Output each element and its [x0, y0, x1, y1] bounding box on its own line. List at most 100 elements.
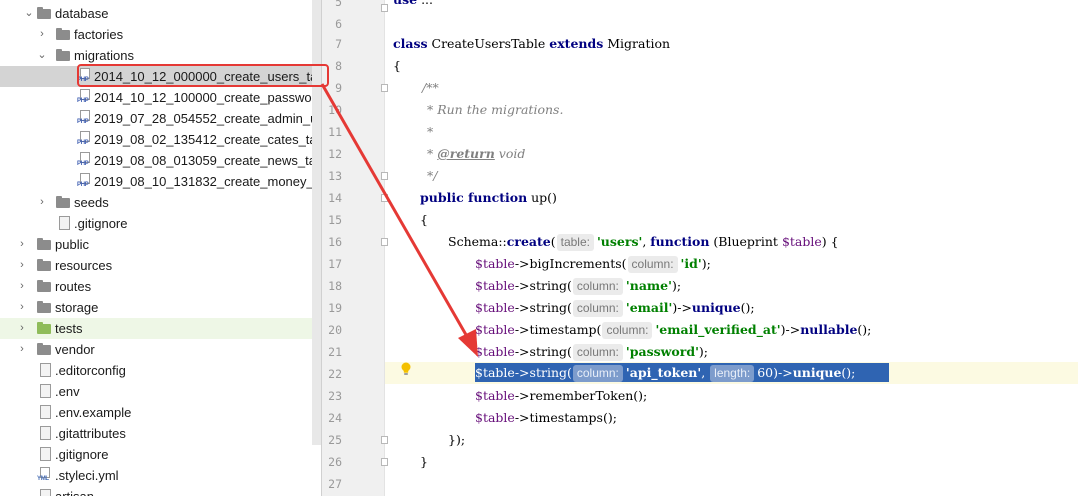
chevron-right-icon[interactable]: › [35, 192, 49, 213]
line-number: 14 [328, 191, 342, 205]
tree-item-artisan[interactable]: artisan [0, 486, 322, 496]
line-number: 5 [335, 0, 342, 9]
tree-item-seeds[interactable]: › seeds [0, 192, 322, 213]
tree-item-env-example[interactable]: .env.example [0, 402, 322, 423]
php-file-icon: PHP [77, 89, 92, 106]
code-line-5[interactable]: use ... [393, 0, 433, 11]
line-number: 13 [328, 169, 342, 183]
fold-marker-icon[interactable] [381, 238, 388, 246]
tree-item-create-cates-table[interactable]: PHP 2019_08_02_135412_create_cates_table… [0, 129, 322, 150]
fold-marker-icon[interactable] [381, 458, 388, 466]
file-icon [40, 384, 51, 398]
annotation-highlight-box [77, 64, 329, 87]
folder-icon [37, 280, 51, 292]
tree-item-gitignore[interactable]: .gitignore [0, 444, 322, 465]
code-line-17[interactable]: $table->bigIncrements(column:'id'); [475, 253, 711, 275]
chevron-right-icon[interactable]: › [15, 255, 29, 276]
folder-icon [56, 28, 70, 40]
line-number: 24 [328, 411, 342, 425]
tree-item-editorconfig[interactable]: .editorconfig [0, 360, 322, 381]
code-line-7[interactable]: class CreateUsersTable extends Migration [393, 33, 670, 55]
chevron-right-icon[interactable]: › [15, 276, 29, 297]
code-line-23[interactable]: $table->rememberToken(); [475, 385, 647, 407]
line-number: 25 [328, 433, 342, 447]
code-line-22[interactable]: $table->string(column:'api_token', lengt… [475, 362, 855, 384]
param-hint: table: [556, 234, 594, 251]
php-file-icon: PHP [77, 173, 92, 190]
line-number: 20 [328, 323, 342, 337]
tree-item-storage[interactable]: › storage [0, 297, 322, 318]
code-line-12[interactable]: * @return void [427, 143, 525, 165]
line-number: 10 [328, 103, 342, 117]
line-number: 22 [328, 367, 342, 381]
line-number: 21 [328, 345, 342, 359]
tree-item-database-gitignore[interactable]: .gitignore [0, 213, 322, 234]
gutter-separator [384, 0, 385, 496]
chevron-right-icon[interactable]: › [15, 339, 29, 360]
tree-item-create-admin-user[interactable]: PHP 2019_07_28_054552_create_admin_user_ [0, 108, 322, 129]
line-number: 18 [328, 279, 342, 293]
tree-item-resources[interactable]: › resources [0, 255, 322, 276]
tree-item-create-money-table[interactable]: PHP 2019_08_10_131832_create_money_table [0, 171, 322, 192]
code-line-18[interactable]: $table->string(column:'name'); [475, 275, 681, 297]
line-number: 6 [335, 17, 342, 31]
tree-item-database[interactable]: ⌄ database [0, 3, 322, 24]
folder-icon [37, 301, 51, 313]
tree-item-migrations[interactable]: ⌄ migrations [0, 45, 322, 66]
tree-item-gitattributes[interactable]: .gitattributes [0, 423, 322, 444]
chevron-right-icon[interactable]: › [15, 234, 29, 255]
code-line-19[interactable]: $table->string(column:'email')->unique()… [475, 297, 755, 319]
param-hint: column: [572, 300, 623, 317]
code-line-13[interactable]: */ [427, 165, 437, 187]
file-icon [40, 489, 51, 496]
tree-item-tests[interactable]: › tests [0, 318, 322, 339]
fold-marker-icon[interactable] [381, 84, 388, 92]
line-number: 15 [328, 213, 342, 227]
code-line-14[interactable]: public function up() [420, 187, 557, 209]
line-number: 11 [328, 125, 342, 139]
line-number: 26 [328, 455, 342, 469]
line-number: 23 [328, 389, 342, 403]
param-hint: column: [627, 256, 678, 273]
lightbulb-icon[interactable] [400, 362, 412, 376]
tree-item-vendor[interactable]: › vendor [0, 339, 322, 360]
code-line-21[interactable]: $table->string(column:'password'); [475, 341, 708, 363]
chevron-right-icon[interactable]: › [35, 24, 49, 45]
tree-item-env[interactable]: .env [0, 381, 322, 402]
fold-marker-icon[interactable] [381, 194, 388, 202]
folder-icon [37, 259, 51, 271]
code-line-9[interactable]: /** [422, 77, 439, 99]
chevron-down-icon[interactable]: ⌄ [22, 3, 36, 24]
tree-item-factories[interactable]: › factories [0, 24, 322, 45]
line-number: 12 [328, 147, 342, 161]
code-line-26[interactable]: } [420, 451, 428, 473]
php-file-icon: PHP [77, 152, 92, 169]
code-line-25[interactable]: }); [448, 429, 465, 451]
file-icon [40, 363, 51, 377]
param-hint: column: [602, 322, 653, 339]
chevron-right-icon[interactable]: › [15, 297, 29, 318]
tree-item-create-news-table[interactable]: PHP 2019_08_08_013059_create_news_table.… [0, 150, 322, 171]
folder-icon [56, 49, 70, 61]
folder-icon [56, 196, 70, 208]
chevron-down-icon[interactable]: ⌄ [35, 45, 49, 66]
tree-item-styleci[interactable]: YML .styleci.yml [0, 465, 322, 486]
fold-marker-icon[interactable] [381, 436, 388, 444]
code-line-15[interactable]: { [420, 209, 428, 231]
tree-item-routes[interactable]: › routes [0, 276, 322, 297]
code-line-10[interactable]: * Run the migrations. [427, 99, 563, 121]
test-folder-icon [37, 322, 51, 334]
code-line-16[interactable]: Schema::create(table:'users', function (… [448, 231, 839, 253]
code-line-24[interactable]: $table->timestamps(); [475, 407, 617, 429]
fold-marker-icon[interactable] [381, 172, 388, 180]
tree-item-create-password-resets[interactable]: PHP 2014_10_12_100000_create_password_r [0, 87, 322, 108]
file-icon [40, 447, 51, 461]
tree-item-public[interactable]: › public [0, 234, 322, 255]
code-line-20[interactable]: $table->timestamp(column:'email_verified… [475, 319, 871, 341]
code-line-8[interactable]: { [393, 55, 401, 77]
fold-marker-icon[interactable] [381, 4, 388, 12]
param-hint: column: [572, 278, 623, 295]
code-line-11[interactable]: * [427, 121, 433, 143]
chevron-right-icon[interactable]: › [15, 318, 29, 339]
folder-icon [37, 7, 51, 19]
